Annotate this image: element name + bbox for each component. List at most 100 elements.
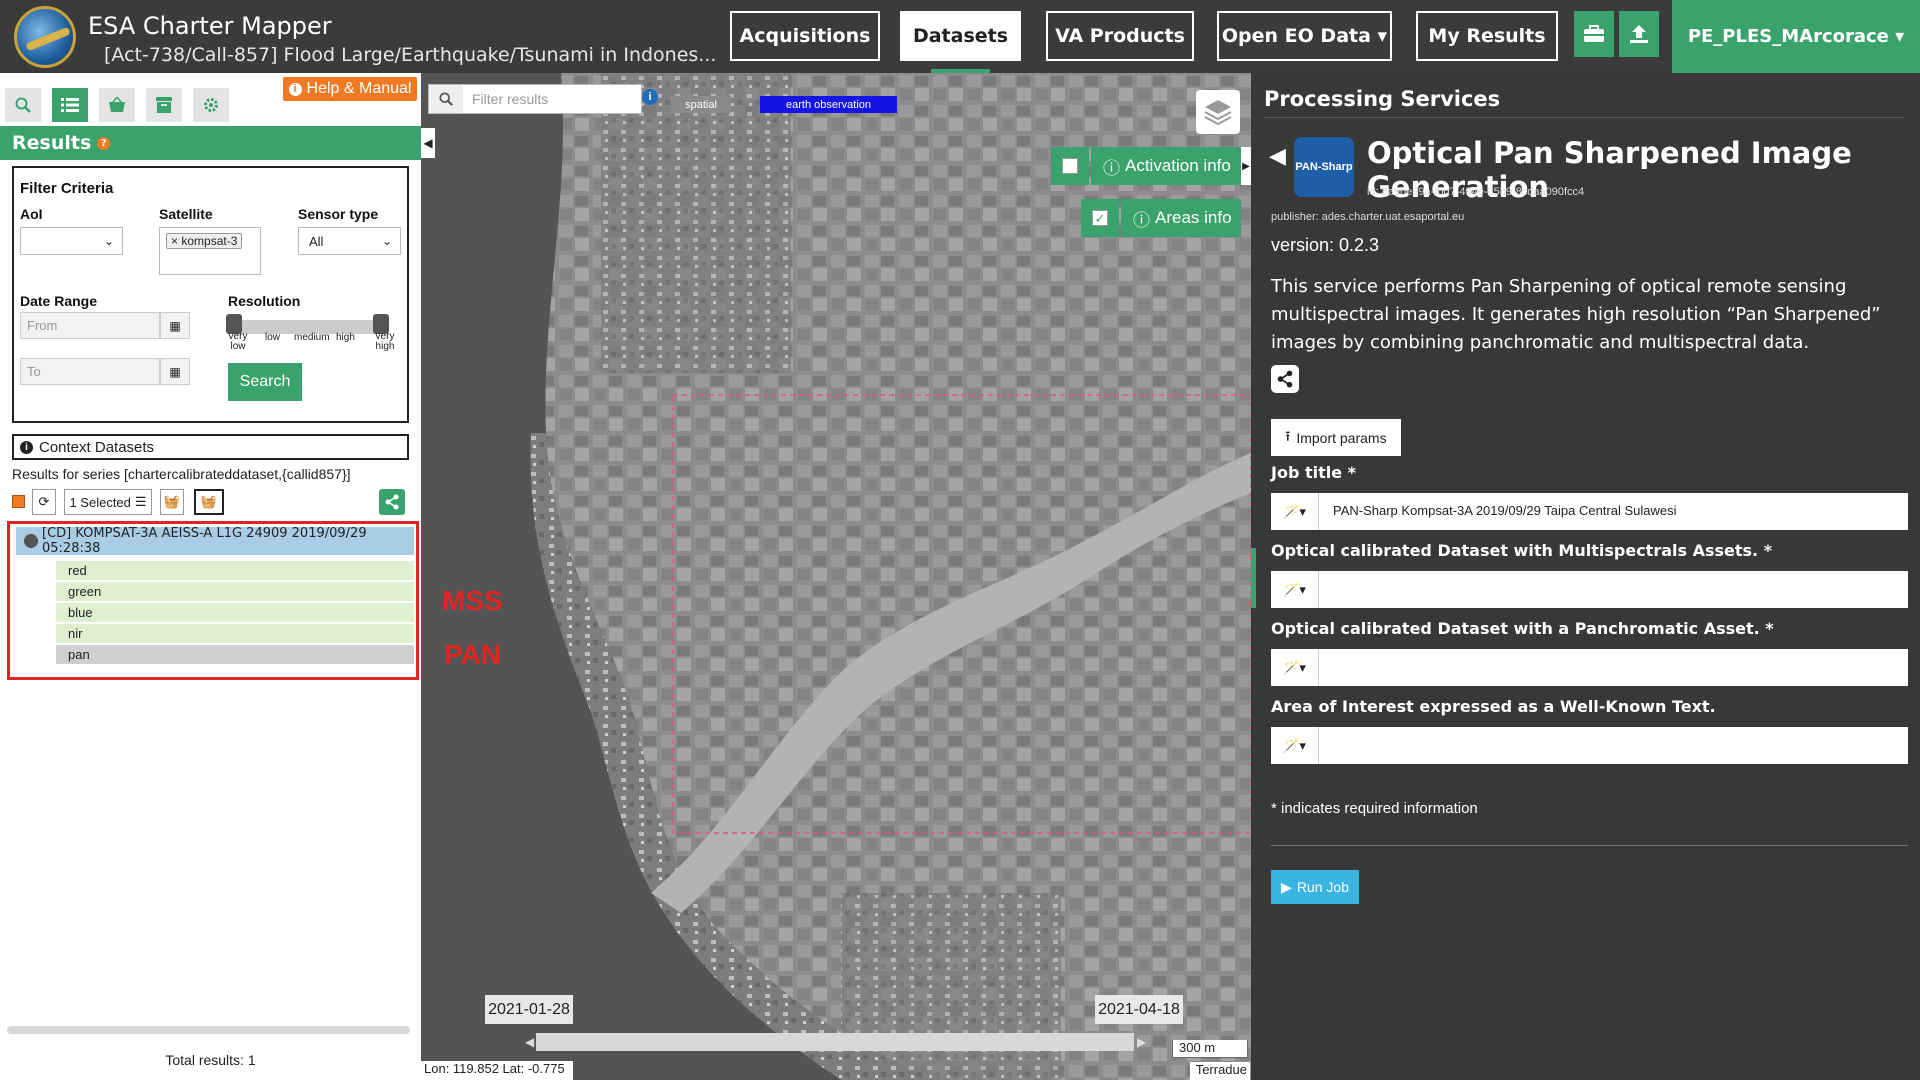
briefcase-icon	[1584, 25, 1604, 42]
map-view[interactable]: Filter results i spatial earth observati…	[421, 73, 1251, 1080]
aoi-label: AoI	[20, 206, 43, 222]
results-tab[interactable]	[52, 88, 88, 122]
activation-title[interactable]: [Act-738/Call-857] Flood Large/Earthquak…	[104, 44, 716, 66]
satellite-label: Satellite	[159, 206, 213, 222]
nav-open-eo-data[interactable]: Open EO Data ▾	[1217, 11, 1392, 61]
asset-item-green[interactable]: green	[56, 582, 414, 602]
left-panel: i Help & Manual Results ? Filter Criteri…	[0, 73, 421, 1080]
selected-count-button[interactable]: 1 Selected ☰	[64, 489, 152, 515]
magic-wand-icon[interactable]: 🪄▾	[1271, 649, 1319, 686]
activation-info-button[interactable]: ⓘ Activation info	[1091, 147, 1241, 185]
settings-tab[interactable]	[193, 88, 229, 122]
nav-acquisitions[interactable]: Acquisitions	[730, 11, 880, 61]
basket-add-icon: 🧺	[163, 494, 181, 509]
magic-wand-icon[interactable]: 🪄▾	[1271, 727, 1319, 764]
play-icon: ▶	[1281, 878, 1292, 895]
mss-annotation: MSS	[442, 585, 503, 616]
search-icon	[15, 97, 31, 113]
add-all-to-basket-button[interactable]: 🧺	[194, 489, 224, 515]
magic-wand-icon[interactable]: 🪄▾	[1271, 493, 1319, 530]
active-field-indicator	[1251, 548, 1256, 608]
activation-info-checkbox[interactable]	[1051, 147, 1089, 185]
context-datasets[interactable]: i Context Datasets	[12, 434, 409, 460]
back-button[interactable]: ◀	[1269, 143, 1286, 169]
total-results: Total results: 1	[165, 1052, 256, 1068]
basket-tab[interactable]	[99, 88, 135, 122]
upload-button[interactable]	[1619, 11, 1659, 57]
satellite-multiselect[interactable]: × kompsat-3	[159, 227, 261, 275]
select-all-checkbox[interactable]	[12, 495, 25, 508]
panchromatic-dataset-field[interactable]: 🪄▾	[1271, 649, 1908, 686]
upload-icon	[1630, 25, 1648, 43]
add-to-basket-button[interactable]: 🧺	[160, 489, 184, 515]
search-tab[interactable]	[5, 88, 41, 122]
timeline-left-handle[interactable]: ◀	[525, 1035, 534, 1049]
help-manual-button[interactable]: i Help & Manual	[283, 77, 417, 101]
globe-icon	[24, 534, 38, 548]
date-from-placeholder: From	[27, 318, 58, 333]
calendar-to-button[interactable]: ▦	[160, 358, 190, 385]
panel-expand-handle[interactable]: ▶	[1241, 147, 1251, 185]
run-job-button[interactable]: ▶ Run Job	[1271, 870, 1359, 904]
nav-my-results[interactable]: My Results	[1416, 11, 1558, 61]
aoi-wkt-field[interactable]: 🪄▾	[1271, 727, 1908, 764]
refresh-button[interactable]: ⟳	[32, 489, 56, 515]
archive-tab[interactable]	[146, 88, 182, 122]
share-icon	[385, 494, 399, 510]
nav-va-products[interactable]: VA Products	[1046, 11, 1194, 61]
info-icon: ⓘ	[1103, 158, 1120, 178]
list-icon: ☰	[134, 494, 147, 509]
layers-icon	[1204, 100, 1232, 126]
sensor-type-select[interactable]: All ⌄	[298, 227, 401, 255]
date-from-input[interactable]: From	[20, 312, 160, 339]
run-job-label: Run Job	[1296, 879, 1349, 895]
list-icon	[61, 98, 79, 112]
asset-item-pan[interactable]: pan	[56, 645, 414, 665]
collapse-left-panel-button[interactable]: ◀	[421, 128, 435, 158]
aoi-select[interactable]: ⌄	[20, 227, 123, 255]
share-results-button[interactable]	[379, 489, 405, 515]
share-service-button[interactable]	[1271, 365, 1299, 393]
date-to-input[interactable]: To	[20, 358, 160, 385]
user-menu[interactable]: PE_PLES_MArcorace ▾	[1672, 0, 1920, 73]
timeline-slider[interactable]	[536, 1033, 1134, 1051]
horizontal-scrollbar[interactable]	[7, 1026, 410, 1034]
resolution-tick: very low	[228, 331, 248, 352]
magic-wand-icon[interactable]: 🪄▾	[1271, 571, 1319, 608]
multispectral-dataset-field[interactable]: 🪄▾	[1271, 571, 1908, 608]
search-button[interactable]: Search	[228, 363, 302, 401]
briefcase-button[interactable]	[1574, 11, 1614, 57]
resolution-tick: medium	[294, 332, 330, 343]
chevron-down-icon: ⌄	[103, 234, 114, 248]
satellite-chip[interactable]: × kompsat-3	[166, 233, 243, 249]
calendar-from-button[interactable]: ▦	[160, 312, 190, 339]
filter-results-input[interactable]: Filter results	[428, 84, 642, 114]
result-item[interactable]: [CD] KOMPSAT-3A AEISS-A L1G 24909 2019/0…	[16, 526, 414, 556]
asset-item-red[interactable]: red	[56, 561, 414, 581]
filter-info-icon[interactable]: i	[642, 89, 658, 105]
tag-earth-observation[interactable]: earth observation	[760, 96, 897, 113]
charter-logo-icon[interactable]	[14, 6, 76, 68]
timeline-right-handle[interactable]: ▶	[1137, 1035, 1146, 1049]
layers-button[interactable]	[1196, 90, 1240, 134]
job-title-field[interactable]: 🪄▾ PAN-Sharp Kompsat-3A 2019/09/29 Taipa…	[1271, 493, 1908, 530]
question-icon[interactable]: ?	[97, 136, 111, 150]
import-params-button[interactable]: ⭱ Import params	[1271, 419, 1401, 456]
asset-item-blue[interactable]: blue	[56, 603, 414, 623]
asset-item-nir[interactable]: nir	[56, 624, 414, 644]
chevron-left-icon: ◀	[423, 136, 433, 150]
resolution-label: Resolution	[228, 293, 301, 309]
multispectral-dataset-label: Optical calibrated Dataset with Multispe…	[1271, 541, 1773, 560]
map-attribution[interactable]: Terradue	[1190, 1062, 1250, 1080]
results-header: Results ?	[0, 126, 421, 160]
help-label: Help & Manual	[306, 80, 412, 97]
results-title: Results	[12, 132, 92, 154]
nav-datasets[interactable]: Datasets	[900, 11, 1021, 61]
share-icon	[1277, 370, 1293, 388]
areas-info-button[interactable]: ⓘ Areas info	[1121, 199, 1241, 237]
areas-info-checkbox[interactable]: ✓	[1081, 199, 1119, 237]
import-params-label: Import params	[1296, 429, 1387, 446]
tag-spatial[interactable]: spatial	[671, 96, 731, 113]
top-navbar: ESA Charter Mapper [Act-738/Call-857] Fl…	[0, 0, 1920, 73]
service-logo-text: PAN-Sharp	[1295, 161, 1353, 173]
